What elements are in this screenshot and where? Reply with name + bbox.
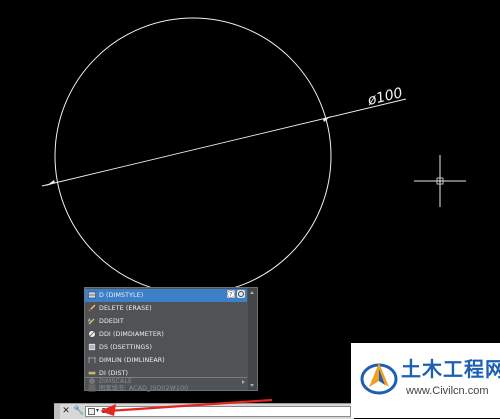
close-icon[interactable]: ✕ — [61, 405, 71, 417]
dimension-arrow-left — [46, 180, 55, 186]
command-line-bar: ✕ 🔧 ▾ — [54, 403, 354, 419]
scroll-up-icon[interactable] — [250, 291, 254, 294]
dimstyle-icon — [88, 292, 96, 299]
autocomplete-item-label: D (DIMSTYLE) — [99, 291, 144, 299]
autocomplete-item-ddedit[interactable]: A DDEDIT — [85, 315, 247, 328]
command-input-field[interactable]: ▾ — [85, 406, 351, 417]
settings-icon[interactable] — [237, 290, 245, 298]
autocomplete-item-hatch[interactable]: 图案填充: ACAD_ISO02W100 — [85, 384, 247, 392]
erase-icon — [88, 304, 96, 312]
autocomplete-item-label: DIMLIN (DIMLINEAR) — [99, 356, 165, 364]
autocomplete-item-label: DS (DSETTINGS) — [99, 343, 153, 351]
autocomplete-item-label: DI (DIST) — [99, 369, 129, 377]
diameter-dimension-text: ø100 — [365, 85, 404, 109]
dimlinear-icon — [88, 357, 96, 364]
dimension-line — [41, 98, 407, 187]
autocomplete-item-label: DELETE (ERASE) — [99, 304, 152, 312]
wrench-icon[interactable]: 🔧 — [73, 405, 84, 417]
ddedit-icon: A — [88, 318, 95, 325]
drawing-canvas[interactable]: ø100 D (DIMSTYLE) ? DELETE (ERASE) A DDE… — [0, 0, 500, 419]
command-line-grip[interactable] — [54, 404, 60, 419]
autocomplete-item-dsettings[interactable]: DS (DSETTINGS) — [85, 341, 247, 354]
chevron-down-icon[interactable]: ▾ — [96, 407, 99, 414]
dimdiameter-icon — [88, 330, 96, 338]
dsettings-icon — [88, 343, 96, 352]
svg-text:?: ? — [229, 292, 232, 298]
autocomplete-item-label: 图案填充: ACAD_ISO02W100 — [99, 385, 189, 392]
command-prompt-icon[interactable] — [88, 408, 95, 415]
autocomplete-scrollbar[interactable] — [248, 288, 257, 390]
hatch-icon — [88, 384, 96, 391]
autocomplete-item-label: DDEDIT — [99, 317, 124, 325]
autocomplete-item-dimdiameter[interactable]: DDI (DIMDIAMETER) — [85, 328, 247, 341]
help-icon[interactable]: ? — [227, 290, 235, 298]
autocomplete-item-label: DDI (DIMDIAMETER) — [99, 330, 164, 338]
command-autocomplete-list: D (DIMSTYLE) ? DELETE (ERASE) A DDEDIT D… — [84, 287, 258, 392]
command-input[interactable] — [102, 406, 302, 416]
autocomplete-item-erase[interactable]: DELETE (ERASE) — [85, 302, 247, 315]
watermark: 土木工程网 www.Civilcn.com — [351, 343, 500, 418]
scroll-down-icon[interactable] — [250, 384, 254, 387]
drawn-circle — [54, 17, 332, 295]
autocomplete-item-dimstyle[interactable]: D (DIMSTYLE) — [85, 289, 247, 302]
watermark-logo-icon — [360, 363, 398, 395]
watermark-title: 土木工程网 — [401, 357, 500, 381]
svg-text:A: A — [88, 318, 91, 323]
autocomplete-item-dimlinear[interactable]: DIMLIN (DIMLINEAR) — [85, 354, 247, 367]
watermark-url: www.Civilcn.com — [406, 385, 489, 397]
crosshair-cursor — [414, 155, 466, 207]
